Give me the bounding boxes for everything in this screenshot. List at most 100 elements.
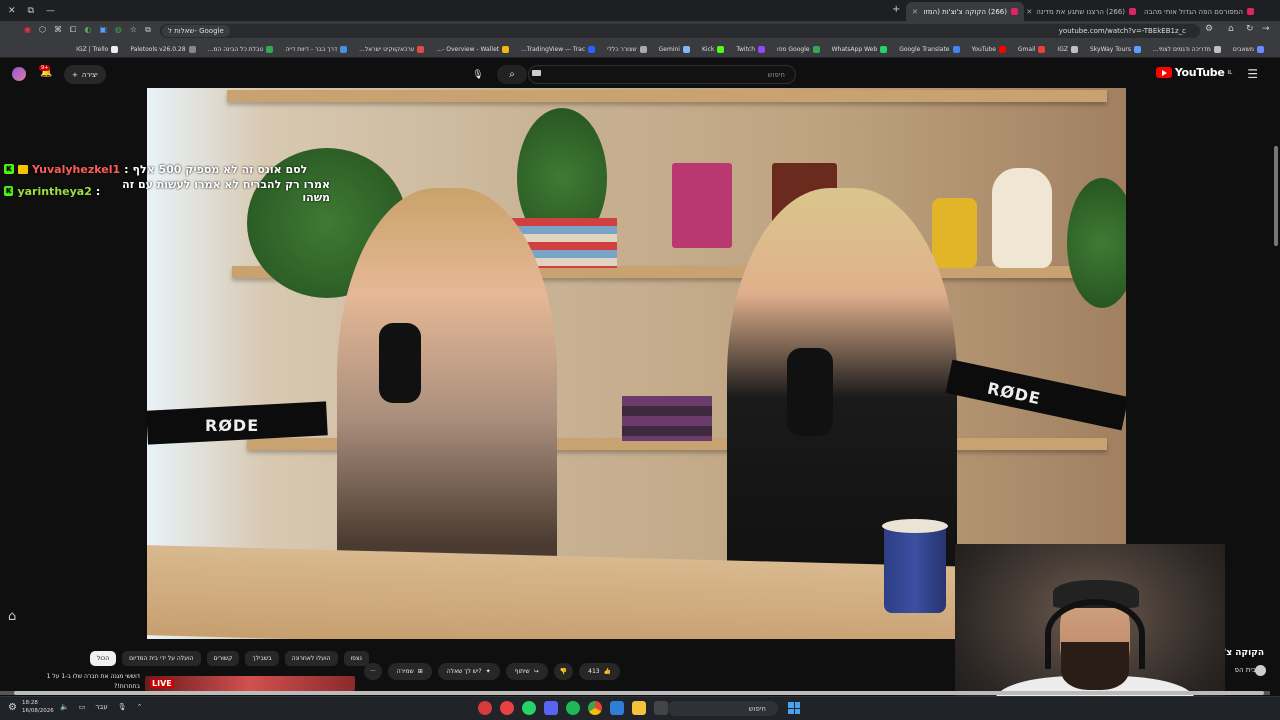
bookmark-item[interactable]: Google מפו xyxy=(777,46,820,53)
bookmark-item[interactable]: TradingView — Trac... xyxy=(521,46,596,53)
chip-for-you[interactable]: בשבילך xyxy=(245,651,279,666)
channel-name[interactable]: בית הפ xyxy=(1235,666,1256,674)
microphone xyxy=(379,323,421,403)
extension-icon[interactable]: ◐ xyxy=(84,25,91,35)
youtube-favicon-icon xyxy=(1129,8,1136,15)
chevron-up-icon[interactable]: ⌃ xyxy=(137,703,143,711)
task-view-icon[interactable] xyxy=(654,701,668,715)
plus-icon: + xyxy=(72,70,78,79)
page-scrollbar[interactable] xyxy=(1274,146,1278,246)
channel-avatar[interactable] xyxy=(1255,665,1266,676)
live-card-thumbnail[interactable] xyxy=(145,676,355,691)
chrome-icon[interactable] xyxy=(588,701,602,715)
microphone xyxy=(787,348,833,436)
home-outline-icon[interactable]: ⌂ xyxy=(8,609,16,624)
close-tab-icon[interactable]: ✕ xyxy=(1026,8,1032,16)
kick-icon: K xyxy=(4,164,14,174)
bookmark-item[interactable]: WhatsApp Web xyxy=(832,46,888,53)
tune-icon[interactable]: ⚙ xyxy=(1205,24,1213,34)
taskbar-search-input[interactable]: חיפוש xyxy=(668,701,778,716)
new-tab-button[interactable]: + xyxy=(892,4,900,15)
close-tab-icon[interactable]: ✕ xyxy=(912,8,918,16)
settings-gear-icon[interactable]: ⚙ xyxy=(8,702,17,713)
voice-search-button[interactable]: 🎙 xyxy=(469,65,487,84)
crown-badge-icon xyxy=(18,164,28,174)
bookmark-item[interactable]: Paletools v26.0.28 xyxy=(130,46,196,53)
extension-icon[interactable]: ◉ xyxy=(24,25,31,35)
extension-icon[interactable]: ◍ xyxy=(115,25,122,35)
bookmarks-bar: משאבים מדריכה ודגמים לצמי... SkyWay Tours I… xyxy=(0,42,1280,58)
bookmark-item[interactable]: מדריכה ודגמים לצמי... xyxy=(1153,46,1221,53)
app-icon[interactable] xyxy=(500,701,514,715)
like-button[interactable]: 413 👍 xyxy=(579,663,621,680)
browser-tab[interactable]: (266) הרצנו שתגע את מדינה ✕ xyxy=(1024,2,1142,21)
install-app-icon[interactable]: ⧉ xyxy=(145,25,151,35)
bookmark-star-icon[interactable]: ☆ xyxy=(130,25,137,35)
create-button[interactable]: + יצירה xyxy=(64,65,106,84)
app-icon[interactable] xyxy=(478,701,492,715)
close-window-icon[interactable]: ✕ xyxy=(8,6,16,16)
bookmark-favicon-icon xyxy=(502,46,510,53)
discord-icon[interactable] xyxy=(544,701,558,715)
language-indicator[interactable]: עבר xyxy=(95,703,107,711)
url-text: youtube.com/watch?v=-TBEkEB1z_c xyxy=(1058,27,1186,35)
horizontal-scrollbar-thumb[interactable] xyxy=(14,691,1264,695)
bookmark-item[interactable]: ערכאקווקיט ישראל... xyxy=(359,46,425,53)
share-button[interactable]: שיתוף ↪ xyxy=(505,663,548,680)
whatsapp-icon[interactable] xyxy=(522,701,536,715)
volume-icon[interactable]: 🔈 xyxy=(60,703,69,711)
photos-icon[interactable] xyxy=(610,701,624,715)
keyboard-icon[interactable] xyxy=(532,70,541,76)
bookmark-item[interactable]: Gemini xyxy=(659,46,690,53)
extensions-puzzle-icon[interactable]: ⧠ xyxy=(70,25,76,35)
bookmark-item[interactable]: IGZ | Trello xyxy=(76,46,119,53)
taskbar-apps xyxy=(478,701,700,715)
dislike-button[interactable]: 👎 xyxy=(553,663,574,680)
restore-window-icon[interactable]: ⧉ xyxy=(28,6,34,16)
home-icon[interactable]: ⌂ xyxy=(1228,24,1234,34)
spotify-icon[interactable] xyxy=(566,701,580,715)
search-google-chip[interactable]: שאלות ל- Google xyxy=(162,25,230,37)
bookmark-item[interactable]: שצורר כללי xyxy=(607,46,647,53)
bookmark-item[interactable]: דרך בבר - דיוות דייה xyxy=(285,46,348,53)
minimize-window-icon[interactable]: — xyxy=(46,6,55,16)
chip-recent[interactable]: הועלו לאחרונה xyxy=(284,651,338,666)
bookmark-item[interactable]: Overview - Wallet -... xyxy=(436,46,510,53)
browser-tab-active[interactable]: (266) הקוקה צ'וצ'ות (המזו ✕ xyxy=(906,2,1024,21)
chip-uploader[interactable]: הועלה על ידי בית המדיום xyxy=(122,651,201,666)
save-button[interactable]: שמירה ⊞ xyxy=(387,663,432,680)
bookmark-item[interactable]: Google Translate xyxy=(899,46,960,53)
bookmark-item[interactable]: Gmail xyxy=(1018,46,1046,53)
mic-tray-icon[interactable]: 🎙 xyxy=(118,703,127,711)
menu-icon[interactable]: ☰ xyxy=(1247,67,1258,81)
extension-icon[interactable]: ▣ xyxy=(99,25,107,35)
chip-related[interactable]: קשורים xyxy=(206,651,240,666)
bookmark-item[interactable]: Kick xyxy=(702,46,725,53)
extension-icon[interactable]: ⌘ xyxy=(54,25,62,35)
extension-icon[interactable]: ⬡ xyxy=(39,25,46,35)
youtube-logo[interactable]: YouTube IL xyxy=(1155,66,1232,79)
search-button[interactable]: ⌕ xyxy=(497,65,527,84)
ask-button[interactable]: יש לך שאלה? ✦ xyxy=(437,663,500,680)
reload-icon[interactable]: ↻ xyxy=(1246,24,1254,34)
omnibox[interactable]: youtube.com/watch?v=-TBEkEB1z_c xyxy=(160,24,1200,38)
chat-text: לסם אונס זה לא מספיק 500 אלף xyxy=(132,162,308,176)
bookmark-item[interactable]: משאבים xyxy=(1233,46,1264,53)
file-explorer-icon[interactable] xyxy=(632,701,646,715)
bookmark-item[interactable]: Twitch xyxy=(736,46,766,53)
browser-tab[interactable]: המפורסם הפה הגדול אותי מהבה ✕ xyxy=(1142,2,1260,21)
chip-all[interactable]: הכול xyxy=(90,651,117,666)
avatar[interactable] xyxy=(12,67,26,81)
bookmark-item[interactable]: טבלת כל הבינה המ... xyxy=(208,46,274,53)
clock[interactable]: 18:28 16/08/2026 xyxy=(22,699,54,715)
bookmark-item[interactable]: YouTube xyxy=(972,46,1006,53)
search-input[interactable]: חיפוש xyxy=(528,65,796,84)
live-card-title[interactable]: דוששי מגנה את חברה שלו ב-1 על 1 בתחרות!? xyxy=(30,672,140,692)
bookmark-item[interactable]: IGZ xyxy=(1057,46,1078,53)
display-icon[interactable]: ▭ xyxy=(79,703,86,711)
youtube-play-icon xyxy=(1155,67,1172,78)
bookmark-item[interactable]: SkyWay Tours xyxy=(1090,46,1141,53)
windows-start-icon[interactable] xyxy=(788,702,800,714)
forward-icon[interactable]: → xyxy=(1262,24,1270,34)
more-actions-button[interactable]: ··· xyxy=(364,663,382,680)
